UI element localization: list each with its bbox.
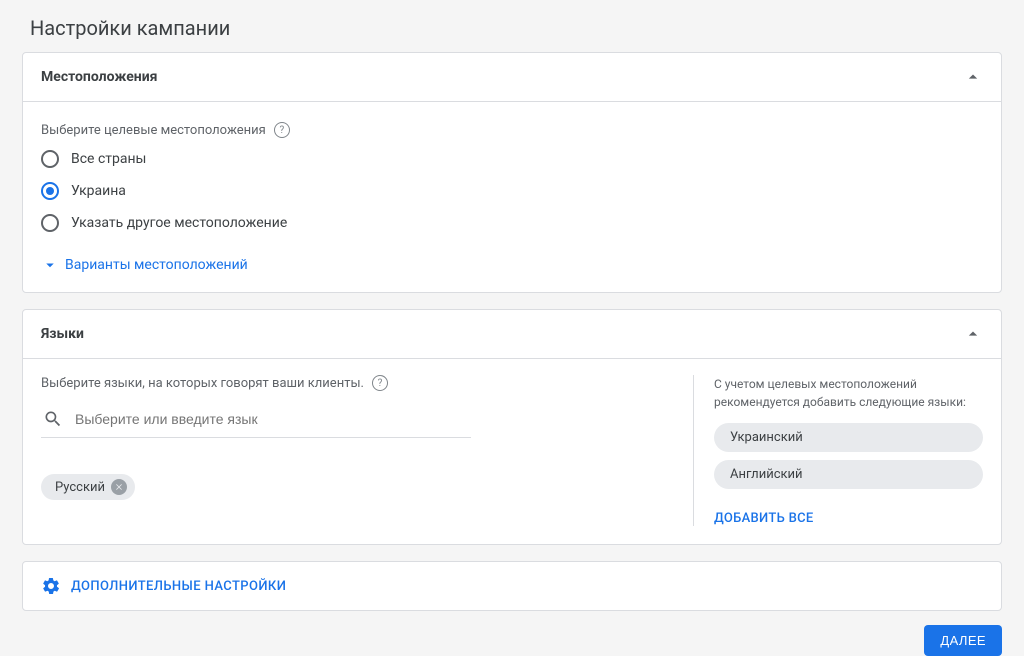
language-search-row [41,403,471,438]
chevron-up-icon [963,324,983,344]
locations-card: Местоположения Выберите целевые местопол… [22,52,1002,293]
languages-body: Выберите языки, на которых говорят ваши … [23,358,1001,544]
languages-prompt: Выберите языки, на которых говорят ваши … [41,376,364,391]
language-search-input[interactable] [75,411,469,427]
add-all-button[interactable]: ДОБАВИТЬ ВСЕ [714,511,814,526]
chevron-down-icon [41,256,59,274]
location-radio-group: Все страны Украина Указать другое местоп… [41,150,983,232]
locations-prompt: Выберите целевые местоположения [41,123,266,138]
additional-settings-bar[interactable]: ДОПОЛНИТЕЛЬНЫЕ НАСТРОЙКИ [22,561,1002,611]
help-icon[interactable]: ? [372,375,388,391]
languages-card-header[interactable]: Языки [23,310,1001,358]
radio-ukraine[interactable]: Украина [41,182,983,200]
selected-language-chip: Русский [41,474,135,500]
languages-title: Языки [41,326,84,342]
recommended-language-ukrainian[interactable]: Украинский [714,423,983,452]
radio-label: Украина [71,183,126,199]
next-button[interactable]: ДАЛЕЕ [924,625,1002,656]
recommended-language-english[interactable]: Английский [714,460,983,489]
radio-icon [41,150,59,168]
locations-body: Выберите целевые местоположения ? Все ст… [23,101,1001,292]
chevron-up-icon [963,67,983,87]
location-options-expander[interactable]: Варианты местоположений [41,256,983,274]
locations-title: Местоположения [41,69,157,85]
locations-card-header[interactable]: Местоположения [23,53,1001,101]
radio-icon [41,214,59,232]
radio-icon [41,182,59,200]
radio-label: Указать другое местоположение [71,215,287,231]
chip-remove-icon[interactable] [111,479,127,495]
chip-label: Русский [55,480,105,495]
radio-all-countries[interactable]: Все страны [41,150,983,168]
page-title: Настройки кампании [0,0,1024,52]
expander-label: Варианты местоположений [65,257,248,273]
search-icon [43,409,63,429]
gear-icon [41,576,61,596]
help-icon[interactable]: ? [274,122,290,138]
radio-label: Все страны [71,151,146,167]
additional-settings-label: ДОПОЛНИТЕЛЬНЫЕ НАСТРОЙКИ [71,579,286,594]
radio-other-location[interactable]: Указать другое местоположение [41,214,983,232]
recommendation-text: С учетом целевых местоположений рекоменд… [714,375,983,411]
languages-card: Языки Выберите языки, на которых говорят… [22,309,1002,545]
